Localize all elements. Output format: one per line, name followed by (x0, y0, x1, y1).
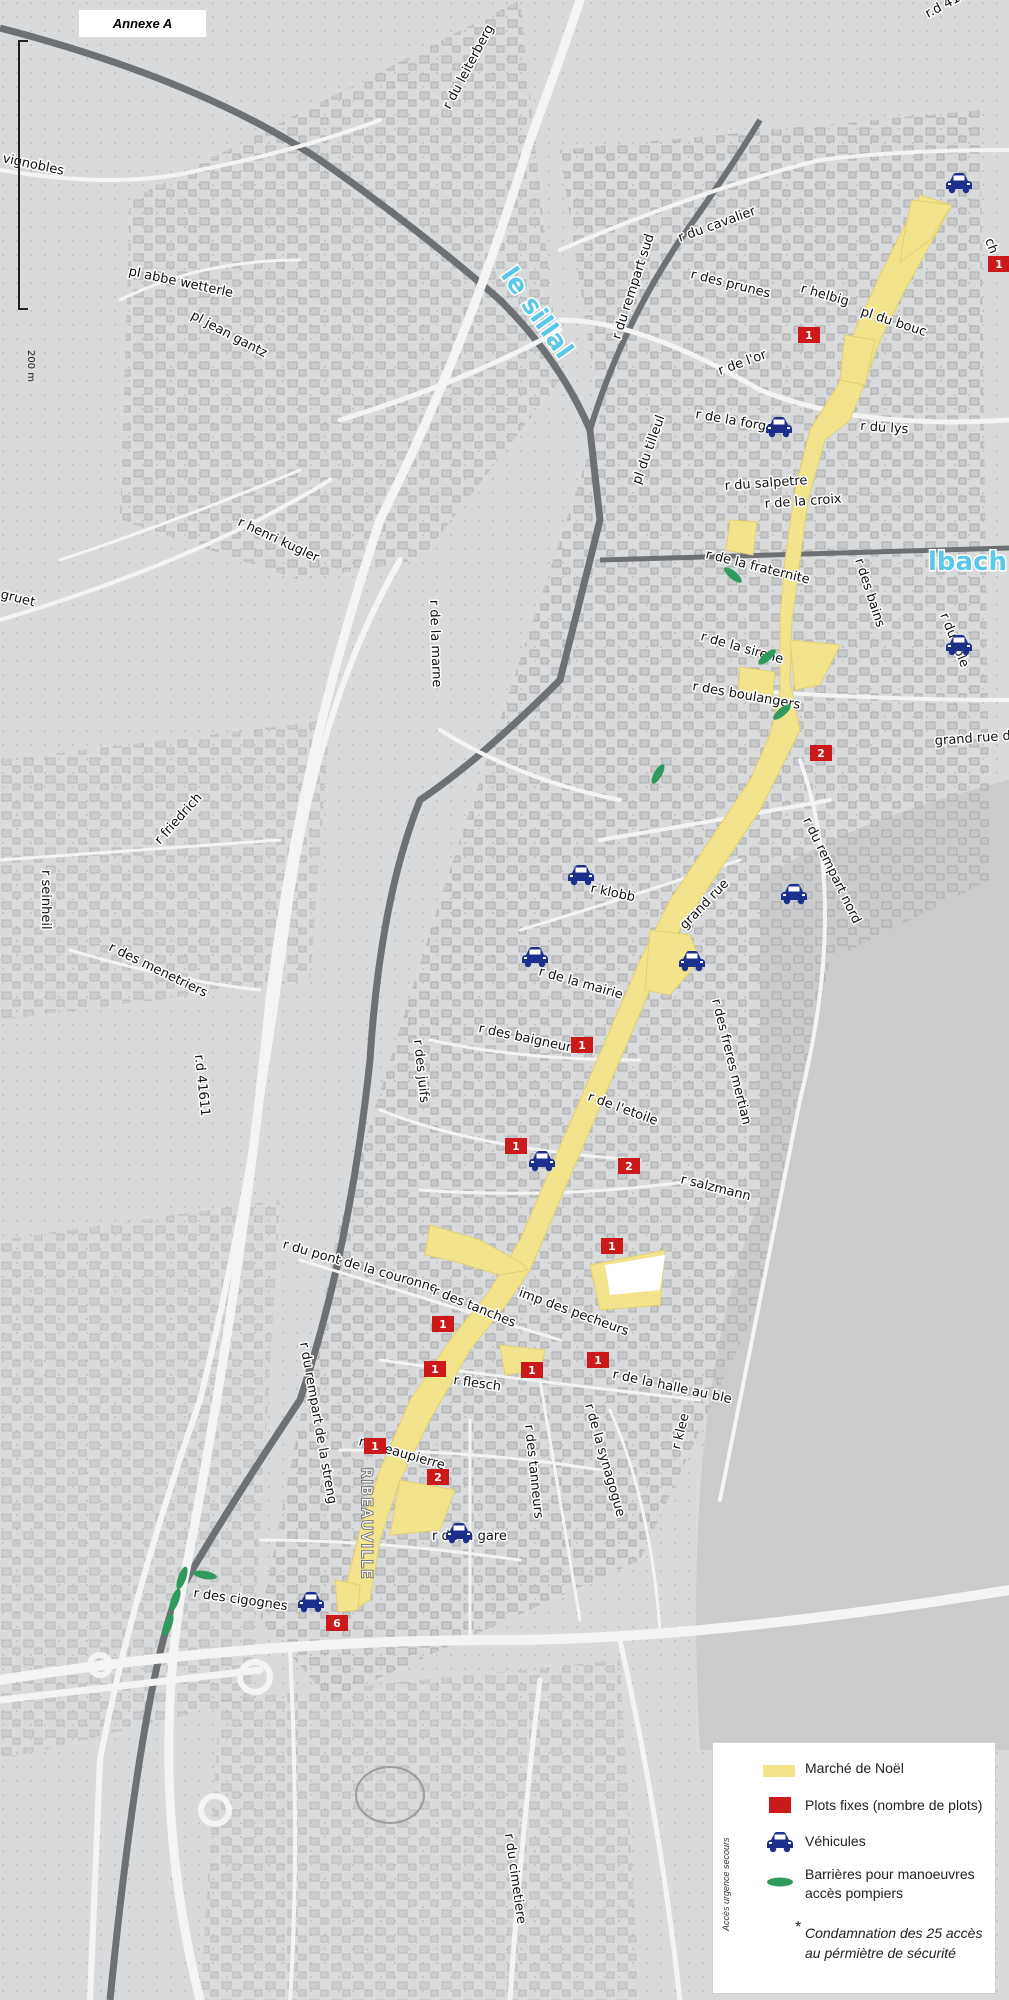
svg-text:1: 1 (995, 258, 1003, 271)
svg-text:1: 1 (608, 1240, 616, 1253)
barrier-legend-icon (767, 1877, 793, 1887)
svg-text:1: 1 (805, 329, 813, 342)
plot-marker: 2 (618, 1158, 640, 1174)
scale-line (18, 40, 20, 310)
legend-barriers-label: Barrières pour manoeuvres accès pompiers (805, 1865, 975, 1903)
plot-marker: 1 (571, 1037, 593, 1053)
svg-text:1: 1 (371, 1440, 379, 1453)
plot-marker: 1 (364, 1438, 386, 1454)
street-label: r de la marne (426, 600, 444, 688)
scale-tick (18, 308, 28, 310)
legend-vertical-label: Accès urgence secours (721, 1837, 731, 1931)
legend-note: Condamnation des 25 accès au pérmiètre d… (805, 1925, 983, 1961)
plot-marker: 1 (988, 256, 1009, 272)
town-label: RIBEAUVILLE (358, 1468, 374, 1580)
legend-barriers-line2: accès pompiers (805, 1885, 904, 1901)
legend-plots-label: Plots fixes (nombre de plots) (805, 1797, 983, 1813)
svg-text:2: 2 (434, 1471, 442, 1484)
svg-text:1: 1 (594, 1354, 602, 1367)
plot-marker: 1 (587, 1352, 609, 1368)
south-buildings (200, 1660, 640, 2000)
annex-title: Annexe A (79, 10, 206, 37)
scale-label: 200 m (25, 350, 36, 383)
svg-text:1: 1 (512, 1140, 520, 1153)
legend-vehicles-label: Véhicules (805, 1833, 866, 1849)
plot-marker: 1 (432, 1316, 454, 1332)
svg-text:1: 1 (431, 1363, 439, 1376)
scale-bar: 200 m (14, 40, 36, 382)
map-svg: le sillal lbach RIBEAUVILLE r du leiterb… (0, 0, 1009, 2000)
plot-marker: 6 (326, 1615, 348, 1631)
svg-text:2: 2 (625, 1160, 633, 1173)
plot-marker: 2 (427, 1469, 449, 1485)
svg-text:6: 6 (333, 1617, 341, 1630)
plot-swatch (769, 1797, 791, 1813)
svg-text:1: 1 (528, 1364, 536, 1377)
river-label-strengbach: lbach (928, 547, 1007, 577)
plot-marker: 1 (505, 1138, 527, 1154)
plot-marker: 2 (810, 745, 832, 761)
plot-marker: 1 (424, 1361, 446, 1377)
legend-note-star: * (795, 1919, 802, 1936)
svg-text:2: 2 (817, 747, 825, 760)
svg-text:1: 1 (578, 1039, 586, 1052)
market-swatch (763, 1765, 795, 1777)
plot-marker: 1 (798, 327, 820, 343)
map-canvas[interactable]: le sillal lbach RIBEAUVILLE r du leiterb… (0, 0, 1009, 2000)
vehicle-legend-icon (767, 1832, 793, 1853)
scale-tick (18, 40, 28, 42)
street-label: r seinheil (38, 870, 53, 930)
plot-marker: 1 (521, 1362, 543, 1378)
plot-marker: 1 (601, 1238, 623, 1254)
svg-text:1: 1 (439, 1318, 447, 1331)
map-legend: Accès urgence secours Marché de Noël Plo… (712, 1742, 996, 1994)
legend-barriers-line1: Barrières pour manoeuvres (805, 1866, 975, 1882)
legend-market-label: Marché de Noël (805, 1760, 904, 1776)
